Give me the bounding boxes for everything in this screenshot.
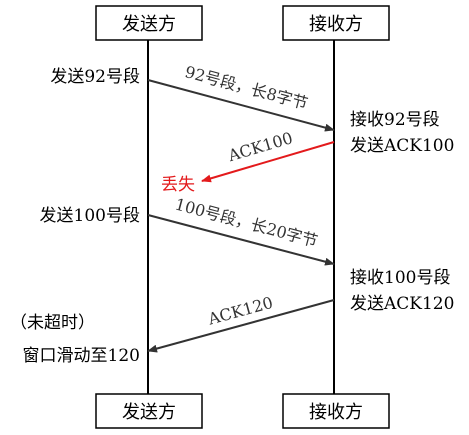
tcp-sequence-diagram: 发送方 接收方 发送方 接收方 发送92号段 发送100号段 （未超时） 窗口滑… <box>10 5 454 429</box>
receiver-top-box: 接收方 <box>282 5 390 41</box>
sender-top-box: 发送方 <box>95 5 203 41</box>
label-ack120: ACK120 <box>205 293 275 329</box>
note-send-ack100: 发送ACK100 <box>350 136 454 156</box>
label-ack100: ACK100 <box>225 128 295 165</box>
label-seg100: 100号段，长20字节 <box>173 195 320 251</box>
note-recv-92: 接收92号段 <box>350 110 440 130</box>
receiver-top-label: 接收方 <box>309 14 363 35</box>
note-window-slide: 窗口滑动至120 <box>23 346 140 366</box>
note-send-ack120: 发送ACK120 <box>350 294 454 314</box>
note-recv-100: 接收100号段 <box>350 268 450 288</box>
sender-bottom-label: 发送方 <box>122 402 176 423</box>
note-send-100: 发送100号段 <box>40 206 140 226</box>
label-lost: 丢失 <box>161 175 195 195</box>
note-send-92: 发送92号段 <box>50 67 140 87</box>
note-not-timeout: （未超时） <box>10 313 95 333</box>
receiver-bottom-label: 接收方 <box>309 402 363 423</box>
receiver-bottom-box: 接收方 <box>282 393 390 429</box>
sender-top-label: 发送方 <box>122 14 176 35</box>
sender-bottom-box: 发送方 <box>95 393 203 429</box>
